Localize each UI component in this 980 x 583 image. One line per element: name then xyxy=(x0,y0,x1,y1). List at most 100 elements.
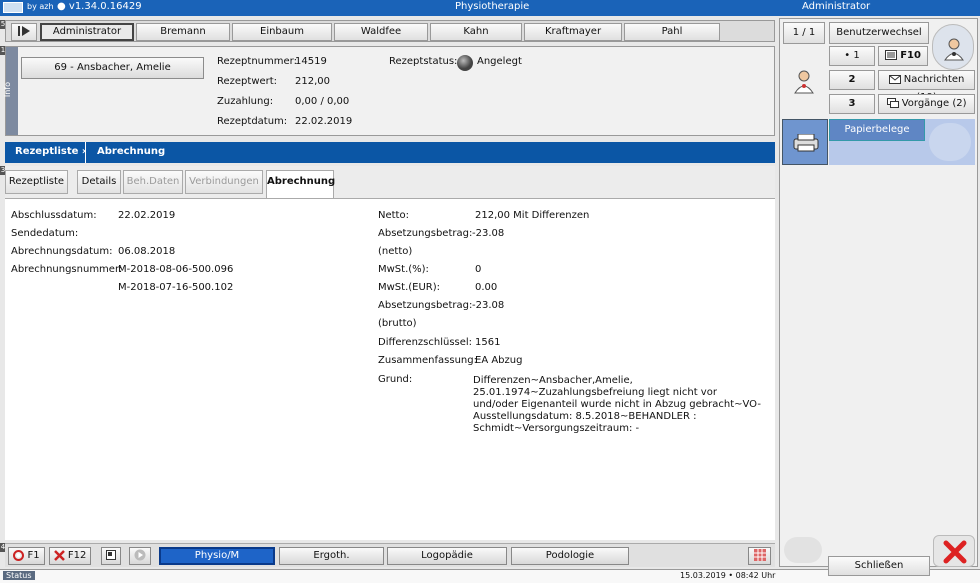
rezeptwert-value: 212,00 xyxy=(295,76,330,87)
abrechnungsdatum-value: 06.08.2018 xyxy=(118,246,176,257)
zusammenfassung-value: EA Abzug xyxy=(475,355,523,366)
tab-details[interactable]: Details xyxy=(77,170,121,194)
tab-abrechnung[interactable]: Abrechnung xyxy=(266,170,335,198)
tab-ergoth[interactable]: Ergoth. xyxy=(279,547,384,565)
close-avatar xyxy=(784,537,822,563)
mwst-percent-label: MwSt.(%): xyxy=(378,264,429,275)
window-icon xyxy=(106,550,116,560)
therapist-bar: Administrator Bremann Einbaum Waldfee Ka… xyxy=(5,20,775,42)
abrechnung-content: Abschlussdatum: 22.02.2019 Sendedatum: A… xyxy=(5,198,775,540)
play-button[interactable] xyxy=(129,547,151,565)
info-strip: Info xyxy=(3,47,18,135)
version-label: ● v1.34.0.16429 xyxy=(57,1,142,12)
therapist-tab-bremann[interactable]: Bremann xyxy=(136,23,230,41)
tab-logopaedie[interactable]: Logopädie xyxy=(387,547,507,565)
rezeptstatus-value: Angelegt xyxy=(477,56,522,67)
info-panel: Info 69 - Ansbacher, Amelie Rezeptnummer… xyxy=(3,46,775,136)
tab-podologie[interactable]: Podologie xyxy=(511,547,629,565)
sendedatum-label: Sendedatum: xyxy=(11,228,79,239)
breadcrumb-rezeptliste[interactable]: Rezeptliste › xyxy=(15,146,86,157)
netto-label: Netto: xyxy=(378,210,409,221)
envelope-icon xyxy=(888,74,901,84)
absetzung-netto-label: Absetzungsbetrag: xyxy=(378,228,473,239)
grund-value: Differenzen~Ansbacher,Amelie, 25.01.1974… xyxy=(473,375,761,434)
breadcrumb-abrechnung: Abrechnung xyxy=(97,146,166,157)
user-switch-avatar[interactable] xyxy=(932,24,974,70)
rezeptdatum-value: 22.02.2019 xyxy=(295,116,353,127)
f10-button[interactable]: F10 xyxy=(878,46,928,66)
tab-rezeptliste[interactable]: Rezeptliste xyxy=(5,170,68,194)
grid-menu-button[interactable] xyxy=(748,547,771,565)
status-datetime: 15.03.2019 • 08:42 Uhr xyxy=(680,571,776,580)
therapist-tab-kraftmayer[interactable]: Kraftmayer xyxy=(524,23,622,41)
absetzung-brutto-value: -23.08 xyxy=(472,300,505,311)
abschlussdatum-value: 22.02.2019 xyxy=(118,210,176,221)
mwst-eur-value: 0.00 xyxy=(475,282,498,293)
tab-beh-daten[interactable]: Beh.Daten xyxy=(123,170,183,194)
rezeptnummer-value: 14519 xyxy=(295,56,327,67)
status-dot-icon xyxy=(457,55,473,71)
lifebuoy-icon xyxy=(13,549,25,561)
window-button[interactable] xyxy=(101,547,121,565)
breadcrumb-divider xyxy=(85,142,86,163)
differenzschluessel-value: 1561 xyxy=(475,337,501,348)
vorgaenge-button[interactable]: Vorgänge (2) xyxy=(878,94,975,114)
f1-help-button[interactable]: F1 xyxy=(8,547,45,565)
current-user: Administrator xyxy=(802,1,871,12)
page-indicator: 1 / 1 xyxy=(783,22,825,44)
tab-physio[interactable]: Physio/M xyxy=(159,547,275,565)
abrechnungsdatum-label: Abrechnungsdatum: xyxy=(11,246,113,257)
abschlussdatum-label: Abschlussdatum: xyxy=(11,210,97,221)
abrechnungsnummer-value-2: M-2018-07-16-500.102 xyxy=(118,282,234,293)
right-sidebar: 1 / 1 Benutzerwechsel • 1 F10 2 Nachrich… xyxy=(779,18,978,576)
zuzahlung-label: Zuzahlung: xyxy=(217,96,274,107)
by-label: by azh xyxy=(27,2,54,11)
therapist-tab-waldfee[interactable]: Waldfee xyxy=(334,23,428,41)
papierbelege-panel[interactable]: Papierbelege xyxy=(829,119,975,165)
grid-icon xyxy=(753,549,766,561)
slot-2-button[interactable]: 2 xyxy=(829,70,875,90)
therapist-tab-kahn[interactable]: Kahn xyxy=(430,23,522,41)
absetzung-brutto-label: Absetzungsbetrag: xyxy=(378,300,473,311)
therapist-tab-administrator[interactable]: Administrator xyxy=(40,23,134,41)
absetzung-brutto-label-suffix: (brutto) xyxy=(378,318,417,329)
therapist-tab-einbaum[interactable]: Einbaum xyxy=(232,23,332,41)
abrechnungsnummer-value-1: M-2018-08-06-500.096 xyxy=(118,264,234,275)
close-tile[interactable] xyxy=(933,535,975,567)
papierbelege-button[interactable]: Papierbelege xyxy=(829,119,925,141)
benutzerwechsel-button[interactable]: Benutzerwechsel xyxy=(829,22,929,44)
absetzung-netto-value: -23.08 xyxy=(472,228,505,239)
play-icon xyxy=(18,26,30,36)
differenzschluessel-label: Differenzschlüssel: xyxy=(378,337,473,348)
list-icon xyxy=(885,50,898,60)
doctor-icon xyxy=(944,38,964,61)
status-label: Status xyxy=(3,571,35,580)
close-icon xyxy=(943,540,967,564)
printer-icon xyxy=(793,134,819,152)
title-bar: by azh ● v1.34.0.16429 Physiotherapie Ad… xyxy=(0,0,980,16)
rezeptstatus-label: Rezeptstatus: xyxy=(389,56,458,67)
expand-button[interactable] xyxy=(11,23,37,41)
app-logo xyxy=(3,2,23,13)
close-icon xyxy=(53,549,65,561)
windows-icon xyxy=(886,98,899,108)
netto-value: 212,00 Mit Differenzen xyxy=(475,210,590,221)
rezeptnummer-label: Rezeptnummer: xyxy=(217,56,297,67)
nachrichten-button[interactable]: Nachrichten (19) xyxy=(878,70,975,103)
f12-cancel-button[interactable]: F12 xyxy=(49,547,91,565)
tab-verbindungen[interactable]: Verbindungen xyxy=(185,170,263,194)
print-tile[interactable] xyxy=(782,119,828,165)
rezeptdatum-label: Rezeptdatum: xyxy=(217,116,288,127)
mwst-eur-label: MwSt.(EUR): xyxy=(378,282,441,293)
zusammenfassung-label: Zusammenfassung: xyxy=(378,355,477,366)
app-title: Physiotherapie xyxy=(455,1,530,12)
absetzung-netto-label-suffix: (netto) xyxy=(378,246,413,257)
schliessen-button[interactable]: Schließen xyxy=(828,556,930,576)
therapist-tab-pahl[interactable]: Pahl xyxy=(624,23,720,41)
zuzahlung-value: 0,00 / 0,00 xyxy=(295,96,350,107)
slot-1-button[interactable]: • 1 xyxy=(829,46,875,66)
rezeptwert-label: Rezeptwert: xyxy=(217,76,278,87)
slot-3-button[interactable]: 3 xyxy=(829,94,875,114)
patient-button[interactable]: 69 - Ansbacher, Amelie xyxy=(21,57,204,79)
doctor-icon xyxy=(794,70,814,94)
